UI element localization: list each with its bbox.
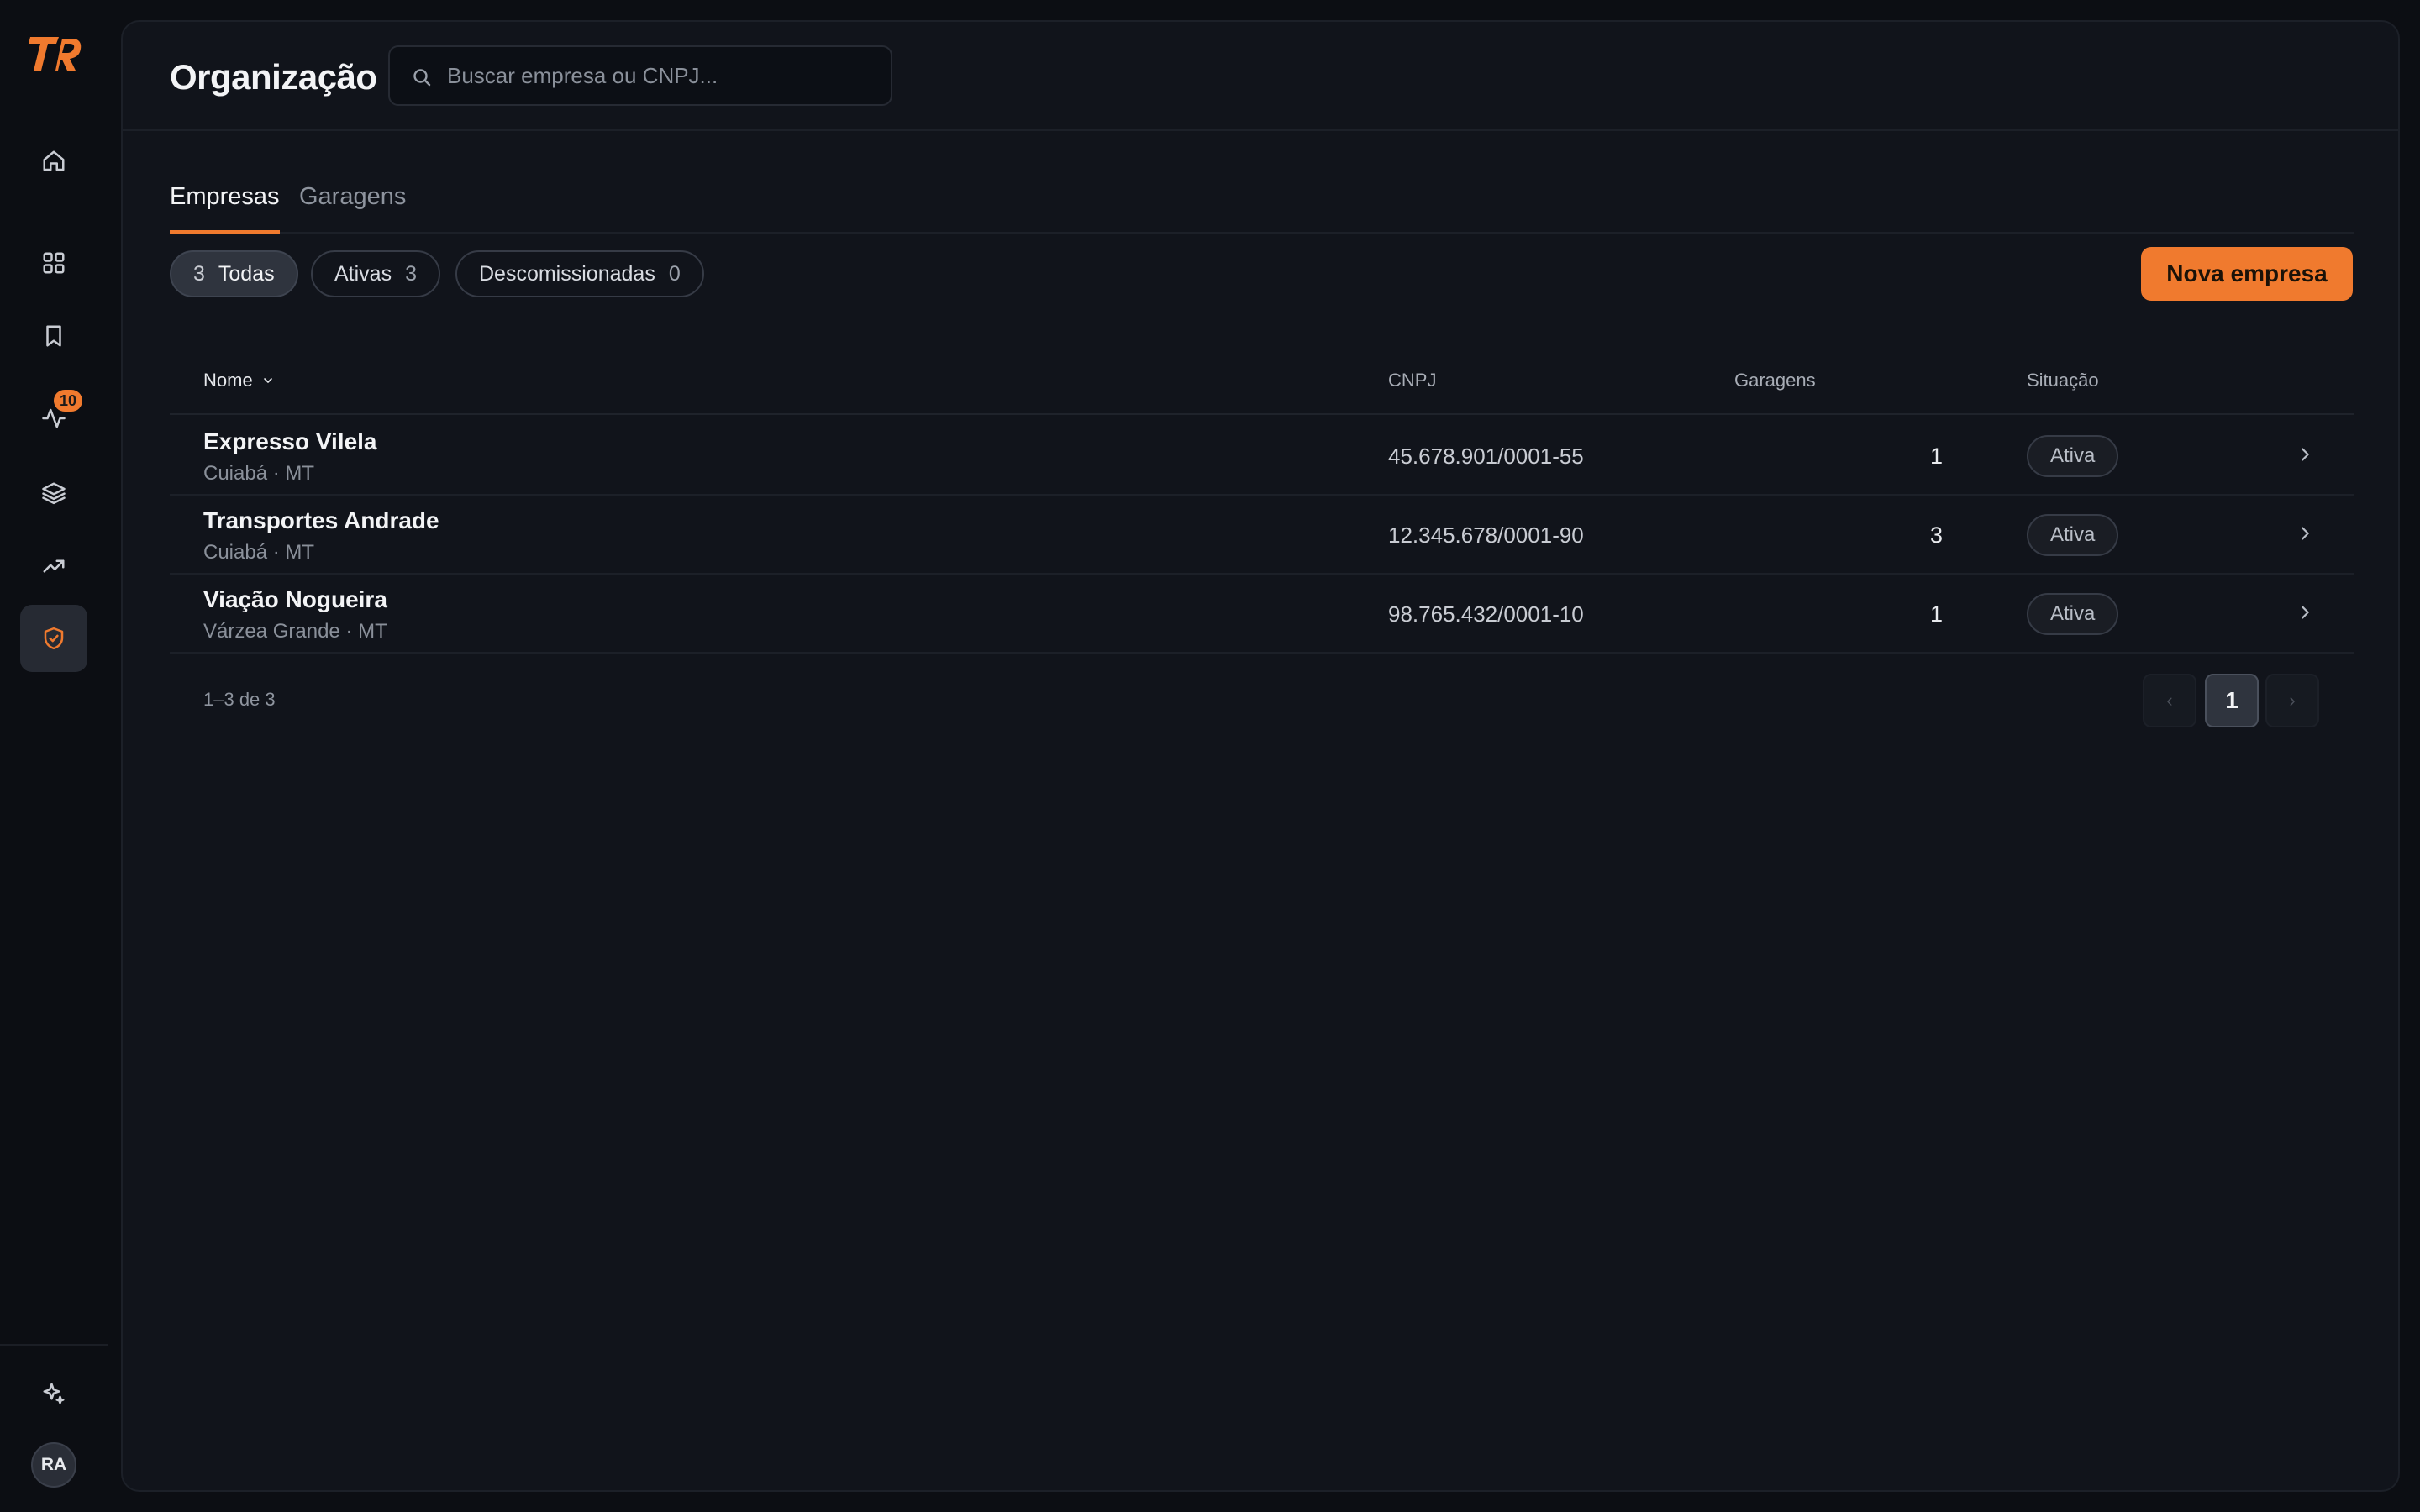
- chevron-down-icon: [263, 378, 272, 383]
- shield-check-icon: [44, 627, 64, 650]
- company-garagens: 3: [1929, 522, 1943, 548]
- next-page-button[interactable]: ›: [2265, 674, 2319, 727]
- status-badge: Ativa: [2027, 435, 2119, 477]
- table-header: Nome CNPJ Garagens Situação: [170, 341, 2354, 415]
- notification-badge: 10: [54, 390, 82, 412]
- sidebar-item-activity[interactable]: 10: [20, 385, 87, 452]
- table-row[interactable]: Transportes Andrade Cuiabá · MT 12.345.6…: [170, 496, 2354, 575]
- trending-up-icon: [43, 559, 65, 573]
- column-header-garagens: Garagens: [1734, 370, 1816, 391]
- page-title: Organização: [170, 57, 377, 97]
- bookmark-icon: [46, 325, 61, 347]
- chevron-right-icon[interactable]: [2296, 524, 2314, 543]
- column-header-situacao: Situação: [2027, 370, 2099, 391]
- search-input[interactable]: [447, 47, 884, 104]
- filter-label: Descomissionadas: [479, 261, 655, 286]
- logo-mark-icon: [29, 37, 82, 71]
- filter-todas[interactable]: 3 Todas: [170, 250, 298, 297]
- chevron-right-icon[interactable]: [2296, 445, 2314, 464]
- table-row[interactable]: Viação Nogueira Várzea Grande · MT 98.76…: [170, 575, 2354, 654]
- status-badge: Ativa: [2027, 593, 2119, 635]
- filter-label: Ativas: [334, 261, 392, 286]
- filter-count: 0: [668, 261, 681, 286]
- company-location: Várzea Grande · MT: [203, 620, 387, 643]
- sidebar-item-dashboard[interactable]: [20, 229, 87, 297]
- new-company-button[interactable]: Nova empresa: [2141, 247, 2353, 301]
- user-avatar[interactable]: RA: [31, 1442, 76, 1488]
- column-header-cnpj: CNPJ: [1388, 370, 1437, 391]
- filter-ativas[interactable]: Ativas 3: [311, 250, 440, 297]
- column-label: Nome: [203, 370, 253, 391]
- filter-count: 3: [193, 261, 205, 286]
- company-cnpj: 12.345.678/0001-90: [1388, 522, 1584, 548]
- grid-icon: [43, 252, 65, 274]
- app-logo[interactable]: [25, 32, 82, 76]
- table-row[interactable]: Expresso Vilela Cuiabá · MT 45.678.901/0…: [170, 417, 2354, 496]
- sidebar-divider: [0, 1344, 108, 1346]
- sidebar-item-organization[interactable]: [20, 605, 87, 672]
- status-badge: Ativa: [2027, 514, 2119, 556]
- filter-descomissionadas[interactable]: Descomissionadas 0: [455, 250, 704, 297]
- sidebar-item-layers[interactable]: [20, 459, 87, 527]
- company-cnpj: 98.765.432/0001-10: [1388, 601, 1584, 627]
- filter-label: Todas: [218, 261, 275, 286]
- sparkles-icon: [43, 1383, 65, 1404]
- main-panel: Organização Empresas Garagens 3 Todas At…: [121, 20, 2400, 1492]
- page-header: Organização: [123, 22, 2398, 131]
- search-box[interactable]: [388, 45, 892, 106]
- filter-count: 3: [405, 261, 417, 286]
- company-location: Cuiabá · MT: [203, 462, 315, 485]
- sidebar: 10 RA: [0, 0, 108, 1512]
- company-garagens: 1: [1929, 444, 1943, 469]
- company-location: Cuiabá · MT: [203, 541, 315, 564]
- tabs: Empresas Garagens: [170, 178, 2354, 234]
- company-name: Viação Nogueira: [203, 586, 387, 612]
- search-icon: [413, 69, 431, 87]
- sidebar-item-bookmarks[interactable]: [20, 302, 87, 370]
- company-garagens: 1: [1929, 601, 1943, 627]
- chevron-right-icon[interactable]: [2296, 603, 2314, 622]
- sidebar-item-home[interactable]: [20, 128, 87, 195]
- sidebar-item-trends[interactable]: [20, 533, 87, 600]
- company-name: Transportes Andrade: [203, 507, 439, 533]
- assistant-button[interactable]: [20, 1360, 87, 1427]
- company-name: Expresso Vilela: [203, 428, 377, 454]
- layers-icon: [42, 482, 66, 505]
- home-icon: [43, 150, 65, 171]
- company-cnpj: 45.678.901/0001-55: [1388, 444, 1584, 469]
- page-1-button[interactable]: 1: [2205, 674, 2259, 727]
- pagination-info: 1–3 de 3: [203, 689, 276, 710]
- column-header-nome[interactable]: Nome: [203, 370, 275, 391]
- tab-garagens[interactable]: Garagens: [299, 178, 406, 234]
- prev-page-button[interactable]: ‹: [2143, 674, 2196, 727]
- tab-empresas[interactable]: Empresas: [170, 178, 280, 234]
